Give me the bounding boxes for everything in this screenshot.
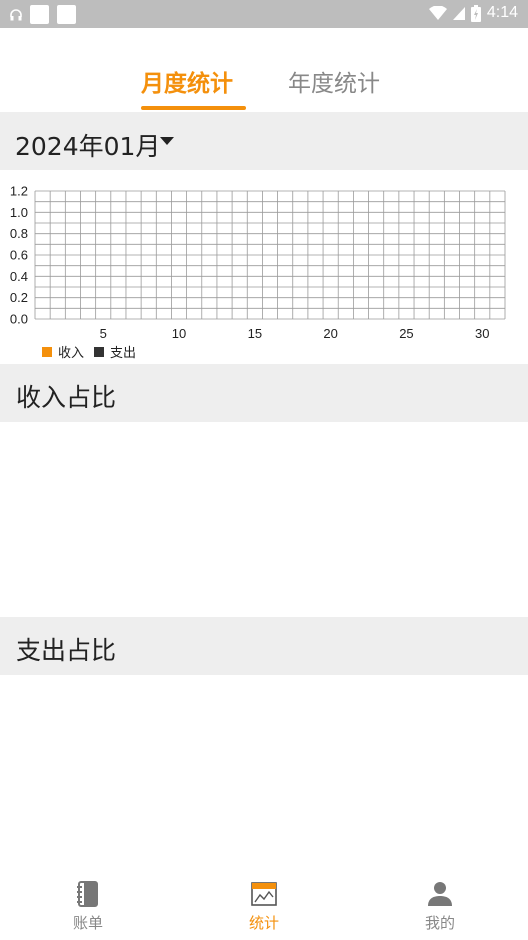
notification-icon — [57, 5, 76, 24]
nav-label: 我的 — [424, 914, 455, 932]
tab-yearly[interactable]: 年度统计 — [288, 64, 380, 98]
status-bar: 4:14 — [0, 0, 528, 28]
x-tick-label: 15 — [248, 326, 262, 341]
month-label[interactable]: 2024年01月 — [15, 127, 160, 163]
chart-legend: 收入 支出 — [42, 342, 136, 361]
nav-label: 账单 — [72, 914, 103, 932]
chart-icon — [251, 882, 277, 906]
expense-share-header: 支出占比 — [0, 617, 528, 675]
expense-share-chart — [0, 675, 528, 870]
nav-profile[interactable]: 我的 — [380, 880, 500, 936]
y-tick-label: 0.4 — [10, 269, 28, 284]
nav-label: 统计 — [248, 914, 279, 932]
tab-monthly[interactable]: 月度统计 — [141, 64, 233, 98]
month-selector[interactable]: 2024年01月 — [0, 112, 528, 170]
x-tick-label: 10 — [172, 326, 186, 341]
wifi-icon — [428, 6, 447, 20]
expense-share-title: 支出占比 — [16, 636, 117, 665]
y-tick-label: 0.2 — [10, 290, 28, 305]
x-tick-label: 5 — [100, 326, 107, 341]
headphones-icon — [10, 8, 22, 20]
legend-swatch-expense — [94, 346, 105, 357]
legend-label-expense: 支出 — [110, 346, 137, 361]
status-notifications — [10, 5, 76, 24]
y-tick-label: 1.0 — [10, 205, 28, 220]
bottom-nav: 账单 统计 我的 — [0, 870, 528, 940]
status-system: 4:14 — [428, 4, 518, 22]
active-tab-indicator — [141, 106, 246, 110]
x-tick-label: 25 — [399, 326, 413, 341]
legend-swatch-income — [42, 346, 52, 357]
status-time: 4:14 — [486, 4, 518, 21]
nav-bills[interactable]: 账单 — [28, 880, 148, 936]
person-icon — [428, 882, 452, 906]
y-tick-label: 0.6 — [10, 248, 28, 263]
battery-icon — [470, 4, 481, 22]
chart-canvas: 0.0 0.2 0.4 0.6 0.8 1.0 1.2 5 10 15 20 25 30 — [10, 184, 506, 341]
notebook-icon — [77, 881, 98, 907]
legend-label-income: 收入 — [58, 346, 85, 361]
y-tick-label: 0.0 — [10, 312, 28, 327]
income-share-chart — [0, 422, 528, 617]
nav-stats[interactable]: 统计 — [204, 880, 324, 936]
stats-tabs: 月度统计 年度统计 — [0, 28, 528, 112]
income-share-header: 收入占比 — [0, 364, 528, 422]
income-share-title: 收入占比 — [16, 383, 117, 412]
y-tick-label: 1.2 — [10, 184, 28, 199]
y-tick-label: 0.8 — [10, 226, 28, 241]
x-tick-label: 20 — [323, 326, 337, 341]
x-tick-label: 30 — [475, 326, 489, 341]
caret-down-icon[interactable] — [160, 137, 174, 145]
signal-icon — [452, 6, 465, 20]
monthly-chart: 0.0 0.2 0.4 0.6 0.8 1.0 1.2 5 10 15 20 25 30 收入 支出 — [0, 170, 528, 364]
notification-icon — [30, 5, 49, 24]
